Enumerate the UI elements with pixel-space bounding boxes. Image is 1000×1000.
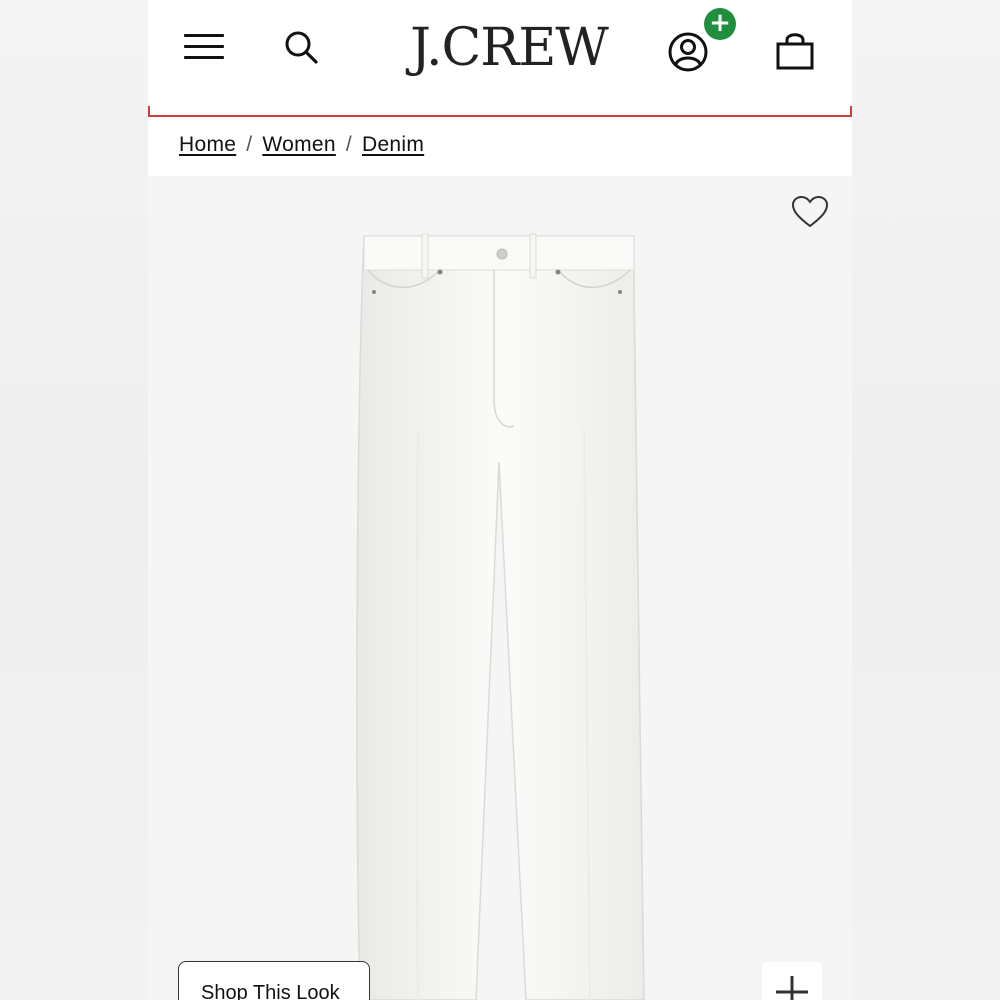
shop-this-look-button[interactable]: Shop This Look	[178, 961, 370, 1000]
shopping-bag-icon[interactable]	[774, 28, 818, 72]
breadcrumb: Home / Women / Denim	[179, 133, 424, 163]
breadcrumb-separator: /	[345, 133, 352, 156]
breadcrumb-separator: /	[246, 133, 253, 156]
breadcrumb-home-link[interactable]: Home	[179, 133, 236, 156]
account-icon[interactable]	[666, 28, 712, 74]
site-header: J.CREW +	[148, 0, 852, 118]
heart-icon[interactable]	[790, 194, 830, 230]
phone-screen: J.CREW + Home / Women / Denim Shop This …	[148, 0, 852, 1000]
account-plus-badge: +	[704, 8, 736, 40]
product-image-area[interactable]: Shop This Look	[148, 176, 852, 1000]
search-icon[interactable]	[282, 28, 322, 68]
breadcrumb-women-link[interactable]: Women	[262, 133, 335, 156]
jcrew-logo[interactable]: J.CREW	[398, 16, 620, 80]
header-accent-line	[148, 106, 852, 117]
backdrop-left	[0, 0, 148, 1000]
white-jeans-image	[356, 233, 645, 1000]
backdrop-right	[852, 0, 1000, 1000]
breadcrumb-denim-link[interactable]: Denim	[362, 133, 424, 156]
plus-icon[interactable]	[762, 962, 822, 1000]
hamburger-menu-icon[interactable]	[182, 30, 228, 64]
